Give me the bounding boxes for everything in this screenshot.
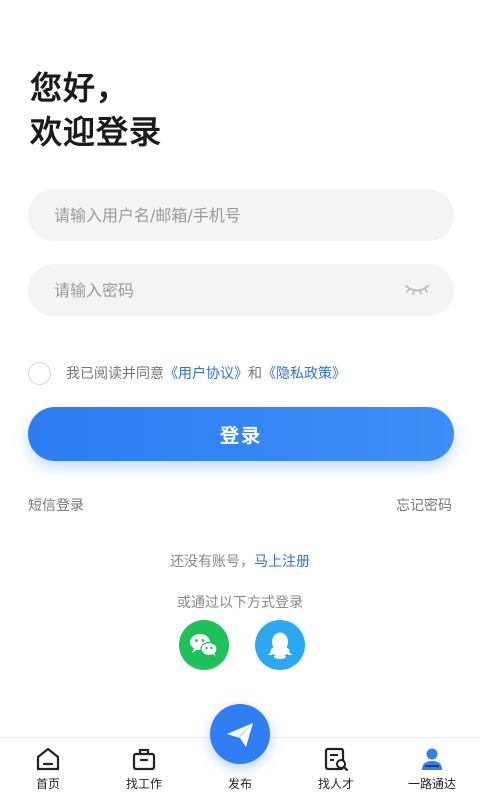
third-party-login-title: 或通过以下方式登录 [177,595,303,611]
agreement-and: 和 [248,366,262,382]
tab-publish-label: 发布 [227,777,252,791]
register-prompt: 还没有账号， [170,554,254,570]
welcome-heading: 您好， 欢迎登录 [30,66,162,154]
password-field-container[interactable] [28,264,454,316]
tab-profile-label: 一路通达 [407,777,456,791]
tab-find-job[interactable]: 找工作 [104,738,184,800]
login-button[interactable]: 登录 [28,407,454,461]
user-agreement-link[interactable]: 《用户协议》 [164,363,248,383]
wechat-icon [190,634,218,657]
qq-login-button[interactable] [255,620,305,670]
greeting-line-1: 您好， [30,69,130,107]
greeting-line-2: 欢迎登录 [30,113,163,151]
username-field-container[interactable] [28,189,454,241]
forgot-password-link[interactable]: 忘记密码 [396,495,452,515]
home-icon [36,747,60,771]
briefcase-icon [132,748,156,771]
tab-find-talent[interactable]: 找人才 [296,738,376,800]
password-input[interactable] [54,264,384,316]
user-profile-icon [422,748,442,770]
agreement-checkbox[interactable] [28,361,51,385]
register-row: 还没有账号，马上注册 [0,551,480,571]
register-link[interactable]: 马上注册 [254,554,310,570]
tab-profile[interactable]: 一路通达 [392,738,472,800]
qq-icon [268,632,292,659]
tab-find-talent-label: 找人才 [317,777,354,791]
eye-closed-icon[interactable] [404,282,430,298]
sms-login-link[interactable]: 短信登录 [28,495,84,515]
agreement-prefix: 我已阅读并同意 [66,366,164,382]
tab-home-label: 首页 [35,777,60,791]
resume-search-icon [324,747,349,772]
paper-plane-icon [227,723,253,747]
agreement-row: 我已阅读并同意 《用户协议》 和 《隐私政策》 [28,361,346,385]
tab-home[interactable]: 首页 [8,738,88,800]
tab-find-job-label: 找工作 [125,777,162,791]
privacy-policy-link[interactable]: 《隐私政策》 [262,363,346,383]
username-input[interactable] [54,189,384,241]
publish-button[interactable] [210,704,270,764]
wechat-login-button[interactable] [179,620,229,670]
